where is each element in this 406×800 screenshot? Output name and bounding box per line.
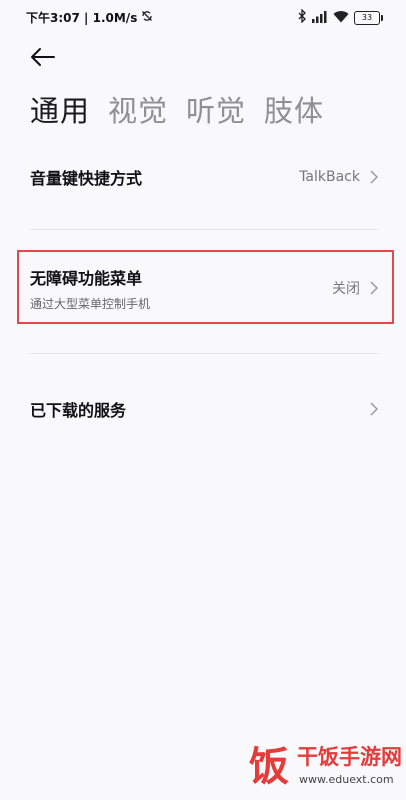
watermark: 饭 干饭手游网 www.eduext.com: [245, 735, 405, 795]
chevron-right-icon: [370, 170, 378, 184]
signal-icon: [312, 8, 328, 27]
volume-shortcut-right: TalkBack: [299, 169, 378, 185]
back-button[interactable]: [28, 44, 58, 70]
status-network-speed: 1.0M/s: [92, 10, 138, 25]
accessibility-menu-title: 无障碍功能菜单: [30, 268, 143, 288]
status-separator: |: [79, 10, 93, 25]
downloaded-services-row[interactable]: 已下载的服务: [30, 395, 378, 423]
battery-level: 33: [361, 12, 373, 22]
watermark-logo: 饭: [249, 743, 289, 790]
wifi-icon: [333, 8, 349, 27]
status-left: 下午3:07 | 1.0M/s: [26, 9, 153, 26]
divider: [30, 229, 378, 230]
downloaded-services-title: 已下载的服务: [30, 401, 127, 420]
accessibility-menu-text: 无障碍功能菜单 通过大型菜单控制手机: [30, 265, 150, 312]
volume-shortcut-row[interactable]: 音量键快捷方式 TalkBack: [30, 163, 378, 191]
category-tabs: 通用 视觉 听觉 肢体: [30, 88, 324, 130]
sync-off-icon: [141, 10, 153, 25]
accessibility-menu-right: 关闭: [332, 278, 378, 298]
watermark-url: www.eduext.com: [299, 773, 394, 786]
accessibility-menu-row[interactable]: 无障碍功能菜单 通过大型菜单控制手机 关闭: [30, 265, 378, 311]
chevron-right-icon: [370, 281, 378, 295]
divider: [30, 353, 378, 354]
chevron-right-icon: [370, 402, 378, 416]
tab-vision[interactable]: 视觉: [108, 88, 168, 130]
bluetooth-icon: [297, 8, 307, 27]
status-right: 33: [297, 8, 383, 27]
tab-general[interactable]: 通用: [30, 88, 90, 130]
watermark-name: 干饭手游网: [297, 745, 402, 769]
tab-hearing[interactable]: 听觉: [186, 88, 246, 130]
accessibility-menu-value: 关闭: [332, 281, 360, 297]
arrow-left-icon: [31, 48, 55, 66]
battery-icon: 33: [354, 10, 383, 25]
status-bar: 下午3:07 | 1.0M/s 33: [0, 0, 406, 34]
status-time: 下午3:07: [26, 11, 80, 25]
accessibility-menu-subtitle: 通过大型菜单控制手机: [30, 296, 151, 311]
tab-physical[interactable]: 肢体: [264, 88, 324, 130]
downloaded-services-right: [370, 402, 378, 416]
volume-shortcut-value: TalkBack: [299, 169, 360, 185]
volume-shortcut-title: 音量键快捷方式: [30, 169, 143, 188]
